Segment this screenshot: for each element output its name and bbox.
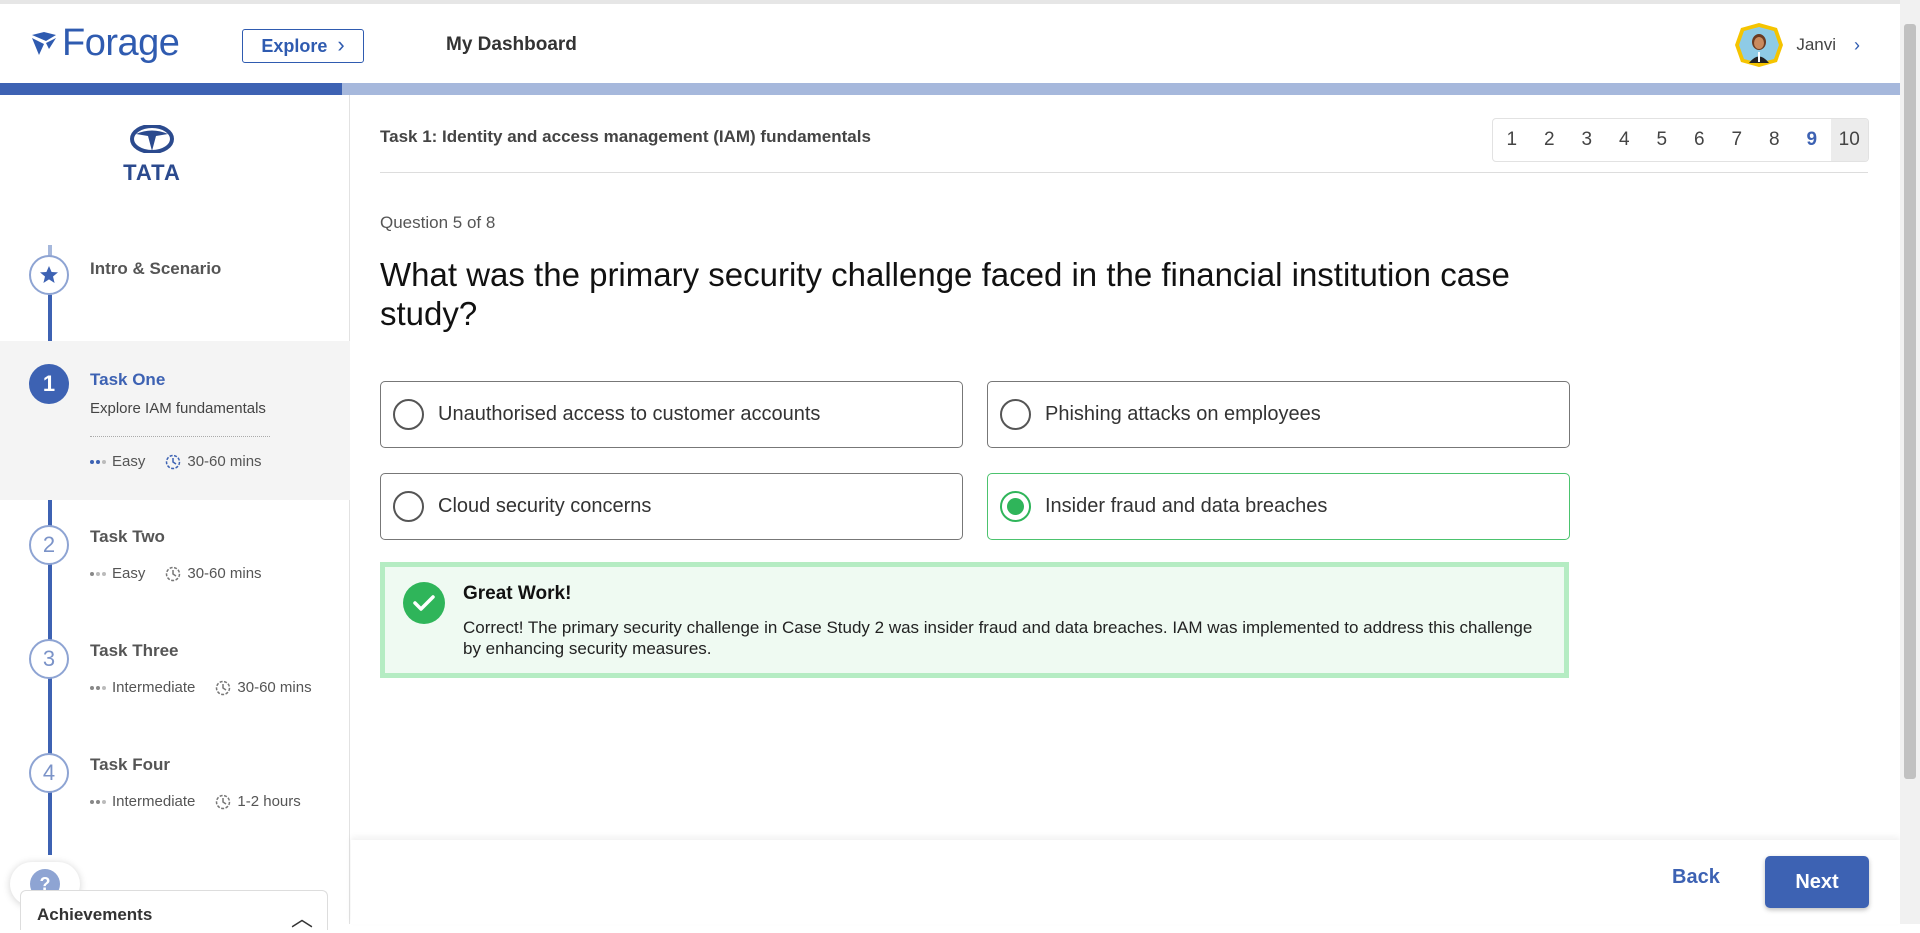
avatar	[1735, 23, 1784, 67]
option-label: Insider fraud and data breaches	[1045, 495, 1328, 517]
answer-option[interactable]: Cloud security concerns	[380, 473, 963, 540]
step-title: Intro & Scenario	[90, 259, 222, 278]
scrollbar[interactable]	[1900, 0, 1920, 924]
step-number: 2	[29, 525, 69, 565]
check-icon	[403, 582, 445, 624]
option-label: Unauthorised access to customer accounts	[438, 403, 821, 425]
difficulty-label: Intermediate	[112, 793, 196, 810]
step-divider	[90, 436, 270, 437]
chevron-up-icon: ︿	[290, 906, 313, 931]
difficulty-label: Easy	[112, 565, 146, 582]
step-number: 4	[29, 753, 69, 793]
question-navigator: 1 2 3 4 5 6 7 8 9 10	[1492, 118, 1869, 162]
company-name: TATA	[123, 160, 181, 185]
step-title: Task One	[90, 370, 166, 389]
question-nav-item[interactable]: 7	[1718, 119, 1756, 161]
question-counter: Question 5 of 8	[380, 213, 496, 232]
difficulty-dots-icon	[90, 571, 106, 576]
duration-label: 30-60 mins	[187, 565, 262, 582]
clock-icon	[166, 454, 181, 469]
footer-bar: Back Next	[351, 840, 1900, 924]
clock-icon	[216, 794, 231, 809]
clock-icon	[216, 680, 231, 695]
difficulty-dots-icon	[90, 685, 106, 690]
step-title: Task Two	[90, 527, 165, 546]
question-nav-item[interactable]: 5	[1643, 119, 1681, 161]
duration-label: 1-2 hours	[237, 793, 301, 810]
divider	[380, 172, 1868, 173]
sidebar-step-task-one[interactable]: 1 Task One Explore IAM fundamentals Easy…	[0, 341, 350, 500]
radio-selected-dot	[1007, 498, 1024, 515]
feedback-text: Correct! The primary security challenge …	[463, 618, 1533, 658]
duration-label: 30-60 mins	[187, 453, 262, 470]
question-nav-item[interactable]: 9	[1793, 119, 1831, 161]
step-meta: Easy 30-60 mins	[90, 565, 262, 582]
question-text: What was the primary security challenge …	[380, 256, 1510, 332]
sidebar-step-task-three[interactable]: 3 Task Three Intermediate 30-60 mins	[0, 639, 350, 729]
back-button[interactable]: Back	[1672, 866, 1720, 889]
explore-button[interactable]: Explore ›	[242, 29, 364, 63]
star-icon	[40, 266, 58, 283]
option-label: Phishing attacks on employees	[1045, 403, 1321, 425]
difficulty-dots-icon	[90, 459, 106, 464]
question-nav-item[interactable]: 6	[1681, 119, 1719, 161]
answer-option[interactable]: Unauthorised access to customer accounts	[380, 381, 963, 448]
step-circle	[29, 255, 69, 295]
difficulty-dots-icon	[90, 799, 106, 804]
step-title: Task Three	[90, 641, 179, 660]
chevron-right-icon: ›	[337, 32, 345, 57]
task-sidebar: TATA Intro & Scenario 1 Task One Explore…	[0, 95, 350, 931]
step-number: 1	[29, 364, 69, 404]
scrollbar-thumb[interactable]	[1904, 24, 1916, 779]
sidebar-step-task-four[interactable]: 4 Task Four Intermediate 1-2 hours	[0, 753, 350, 843]
radio-button[interactable]	[393, 399, 424, 430]
top-header: Forage Explore › My Dashboard Janvi ›	[0, 0, 1900, 83]
forage-leaf-icon	[32, 31, 56, 55]
chevron-right-icon: ›	[1854, 34, 1860, 55]
answer-option[interactable]: Insider fraud and data breaches	[987, 473, 1570, 540]
radio-button[interactable]	[393, 491, 424, 522]
next-button[interactable]: Next	[1765, 856, 1869, 908]
difficulty-label: Intermediate	[112, 679, 196, 696]
step-subtitle: Explore IAM fundamentals	[90, 400, 266, 417]
user-name: Janvi	[1796, 35, 1836, 54]
step-meta: Intermediate 30-60 mins	[90, 679, 312, 696]
feedback-title: Great Work!	[463, 583, 572, 604]
forage-logo[interactable]: Forage	[30, 22, 180, 65]
sidebar-step-intro[interactable]: Intro & Scenario	[0, 255, 350, 335]
radio-button[interactable]	[1000, 491, 1031, 522]
explore-label: Explore	[261, 35, 328, 56]
step-meta: Intermediate 1-2 hours	[90, 793, 301, 810]
task-title: Task 1: Identity and access management (…	[380, 127, 871, 146]
achievements-label: Achievements	[37, 905, 153, 924]
my-dashboard-link[interactable]: My Dashboard	[446, 34, 577, 56]
option-label: Cloud security concerns	[438, 495, 652, 517]
radio-button[interactable]	[1000, 399, 1031, 430]
answer-option[interactable]: Phishing attacks on employees	[987, 381, 1570, 448]
question-nav-item[interactable]: 10	[1830, 119, 1868, 161]
progress-fill	[0, 83, 342, 95]
question-nav-item[interactable]: 2	[1531, 119, 1569, 161]
clock-icon	[166, 566, 181, 581]
question-nav-item[interactable]: 3	[1568, 119, 1606, 161]
question-nav-item[interactable]: 1	[1493, 119, 1531, 161]
difficulty-label: Easy	[112, 453, 146, 470]
question-panel: Task 1: Identity and access management (…	[351, 95, 1900, 924]
task-progress-bar	[0, 83, 1900, 95]
tata-emblem-icon	[130, 124, 174, 154]
feedback-box: Great Work! Correct! The primary securit…	[380, 562, 1569, 678]
tata-logo: TATA	[122, 124, 182, 186]
step-meta: Easy 30-60 mins	[90, 453, 262, 470]
step-title: Task Four	[90, 755, 170, 774]
sidebar-step-task-two[interactable]: 2 Task Two Easy 30-60 mins	[0, 525, 350, 615]
question-nav-item[interactable]: 8	[1756, 119, 1794, 161]
achievements-panel-toggle[interactable]: Achievements ︿	[20, 890, 328, 931]
question-nav-item[interactable]: 4	[1606, 119, 1644, 161]
duration-label: 30-60 mins	[237, 679, 312, 696]
step-number: 3	[29, 639, 69, 679]
user-menu[interactable]: Janvi ›	[1734, 22, 1860, 68]
logo-text: Forage	[62, 22, 180, 64]
